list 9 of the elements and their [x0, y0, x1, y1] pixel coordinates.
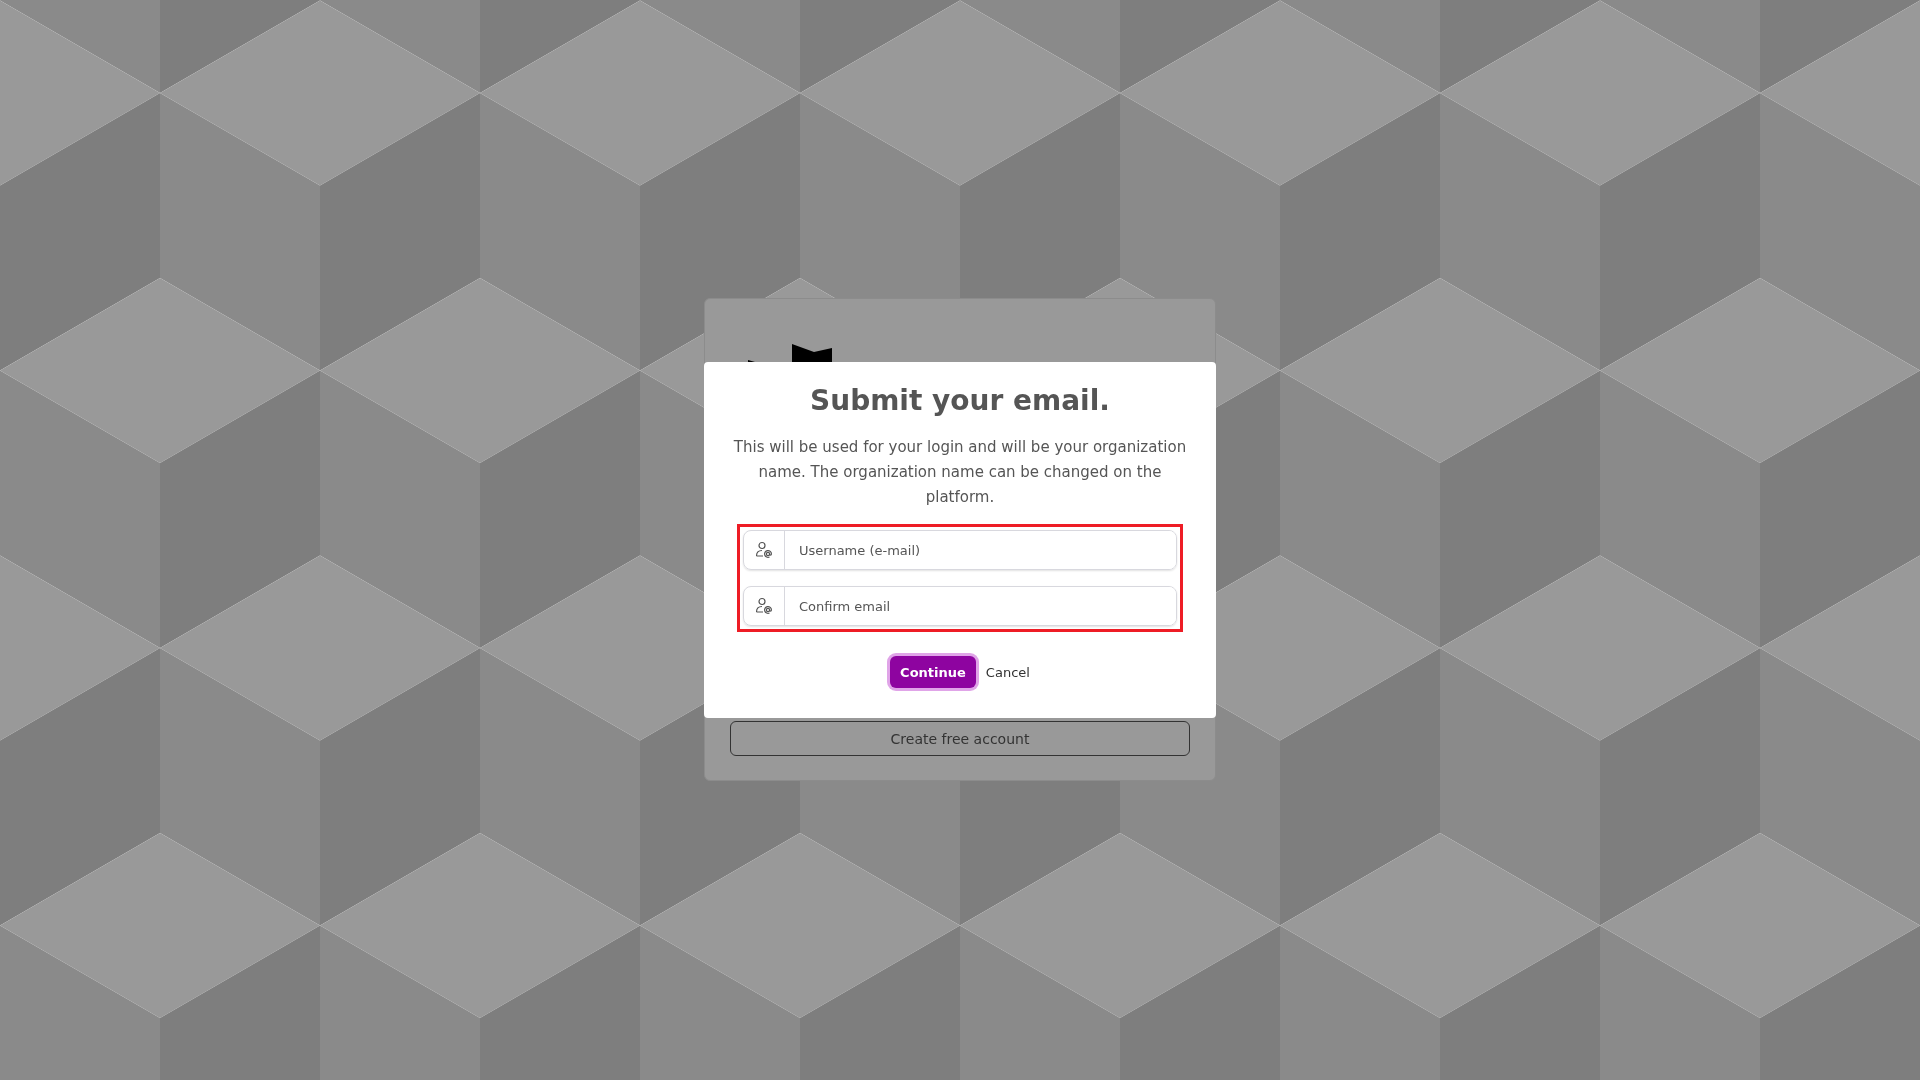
continue-button[interactable]: Continue: [890, 656, 976, 688]
email-field[interactable]: Username (e-mail): [743, 530, 1177, 570]
user-at-icon: [755, 541, 773, 559]
user-at-icon: [755, 597, 773, 615]
email-field[interactable]: Confirm email: [743, 586, 1177, 626]
dialog-title: Submit your email.: [810, 384, 1110, 417]
dialog-message: This will be used for your login and will be your organization name. The organization name can be changed on the platform.: [732, 437, 1188, 508]
create-account-button[interactable]: Create free account: [730, 721, 1190, 756]
cancel-button[interactable]: Cancel: [985, 664, 1030, 680]
